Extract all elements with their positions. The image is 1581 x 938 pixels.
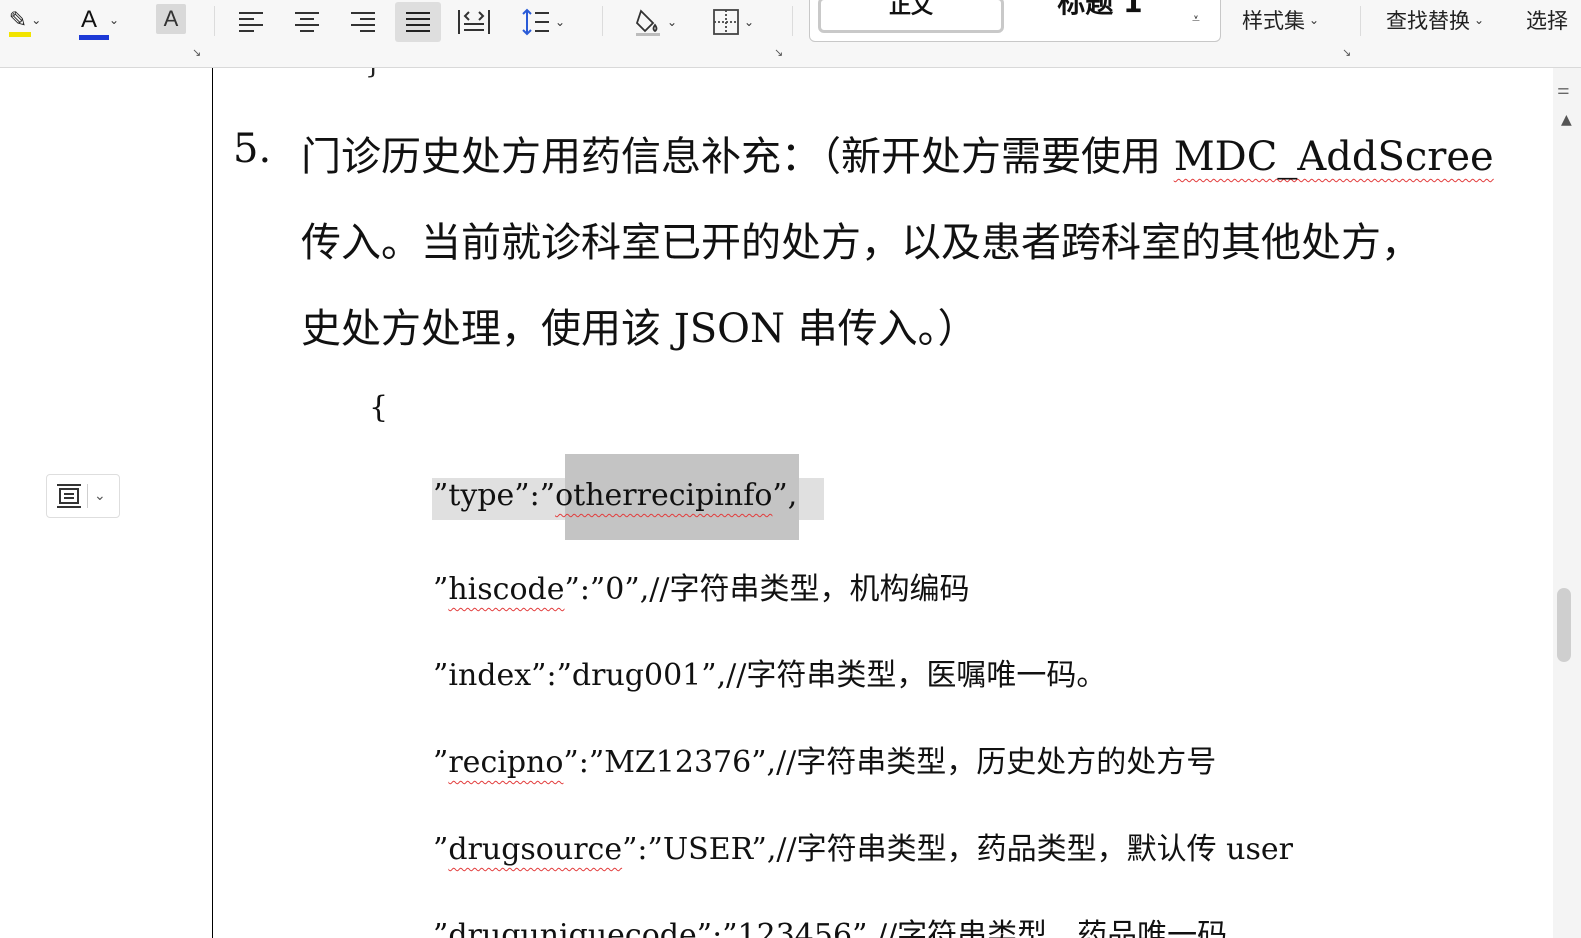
distributed-align-button[interactable] [451,2,497,42]
style-heading1-button[interactable]: 标题 1 [1010,0,1190,33]
previous-block-brace: } [365,68,382,80]
align-center-button[interactable] [284,2,330,42]
toolbar-divider [1360,6,1361,36]
styles-dialog-launcher-icon[interactable]: ↘ [1342,46,1351,59]
character-shading-button[interactable]: A [156,4,186,34]
paint-bucket-icon [635,9,660,36]
toolbar-divider [792,6,793,36]
chevron-down-icon[interactable]: ⌄ [31,13,41,27]
outline-icon [57,484,81,508]
border-icon [713,9,739,35]
styles-gallery: 正文 标题 1 ⩡ [809,0,1221,42]
chevron-down-icon[interactable]: ⌄ [667,15,677,29]
list-number: 5. [233,126,272,172]
align-right-button[interactable] [340,2,386,42]
heading-line-3: 史处方处理，使用该 JSON 串传入。） [301,306,978,352]
find-replace-button[interactable]: 查找替换 ⌄ [1386,4,1484,36]
json-line-type: ”type”:”otherrecipinfo”, [433,478,798,513]
json-line-druguniquecode: ”druguniquecode”:”123456”,//字符串类型，药品唯一码 [433,918,1228,938]
heading-line-1: 门诊历史处方用药信息补充：（新开处方需要使用 MDC_AddScree [301,134,1494,180]
styles-more-icon[interactable]: ⩡ [1192,11,1200,27]
align-left-icon [239,12,263,32]
borders-button[interactable]: ⌄ [702,2,764,42]
font-color-button[interactable]: A ⌄ [70,2,130,40]
heading-line-2: 传入。当前就诊科室已开的处方，以及患者跨科室的其他处方， [301,220,1421,266]
vertical-scrollbar[interactable]: ⚌ ▲ [1553,68,1581,938]
chevron-down-icon: ⌄ [1474,13,1485,27]
chevron-down-icon[interactable]: ⌄ [744,15,754,29]
chevron-down-icon[interactable]: ⌄ [94,488,106,504]
align-right-icon [351,12,375,32]
font-dialog-launcher-icon[interactable]: ↘ [192,46,201,59]
json-line-recipno: ”recipno”:”MZ12376”,//字符串类型，历史处方的处方号 [433,745,1217,780]
json-open-brace: { [369,390,389,425]
toolbar-divider [602,6,603,36]
line-spacing-icon [522,8,549,36]
highlighter-icon: ✎ [8,8,31,37]
ribbon-toolbar: ✎ ⌄ A ⌄ A ↘ ⌄ ⌄ ⌄ ↘ 正文 标题 1 ⩡ 样式集 ⌄ ↘ 查找… [0,0,1581,68]
style-set-button[interactable]: 样式集 ⌄ [1242,4,1319,36]
style-normal-button[interactable]: 正文 [818,0,1004,33]
select-button[interactable]: 选择 [1526,4,1568,36]
selected-text: otherrecipinfo [555,478,773,513]
justify-button[interactable] [395,2,441,42]
font-color-icon: A [78,8,109,40]
toolbar-divider [214,6,215,36]
chevron-down-icon[interactable]: ⌄ [555,15,565,29]
scrollbar-thumb[interactable] [1557,588,1571,662]
scroll-up-icon[interactable]: ▲ [1561,112,1572,128]
json-line-index: ”index”:”drug001”,//字符串类型，医嘱唯一码。 [433,658,1107,693]
navigation-pane-toggle[interactable]: ⌄ [46,474,120,518]
spellcheck-underline-text: MDC_AddScree [1173,134,1494,180]
chevron-down-icon: ⌄ [1309,13,1320,27]
align-left-button[interactable] [228,2,274,42]
paragraph-dialog-launcher-icon[interactable]: ↘ [774,46,783,59]
json-line-drugsource: ”drugsource”:”USER”,//字符串类型，药品类型，默认传 use… [433,832,1293,867]
line-spacing-button[interactable]: ⌄ [512,2,574,42]
json-line-hiscode: ”hiscode”:”0”,//字符串类型，机构编码 [433,572,970,607]
character-shading-icon: A [163,6,179,31]
distributed-align-icon [458,10,490,34]
document-page[interactable]: } 5. 门诊历史处方用药信息补充：（新开处方需要使用 MDC_AddScree… [213,68,1553,938]
split-view-icon[interactable]: ⚌ [1557,82,1570,98]
chevron-down-icon[interactable]: ⌄ [109,13,119,27]
justify-icon [406,12,430,32]
align-center-icon [295,12,319,32]
highlight-button[interactable]: ✎ ⌄ [0,2,50,38]
shading-fill-button[interactable]: ⌄ [624,2,686,42]
